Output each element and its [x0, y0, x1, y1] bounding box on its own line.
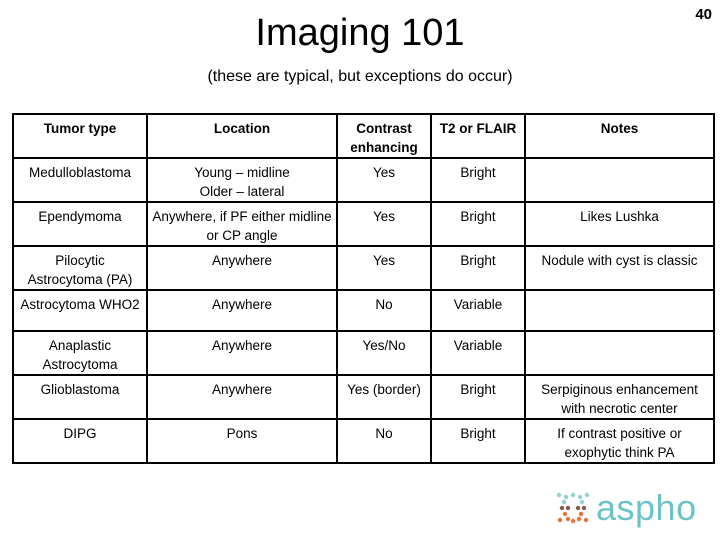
cell-t2-flair: Bright [430, 245, 526, 291]
cell-notes: Likes Lushka [524, 201, 715, 247]
table-header-row: Tumor type Location Contrast enhancing T… [12, 113, 715, 159]
logo-dot [575, 505, 581, 511]
cell-contrast-enhancing: No [336, 418, 432, 464]
logo-text: aspho [596, 487, 697, 528]
table-row: Anaplastic Astrocytoma Anywhere Yes/No Vari… [12, 330, 715, 376]
logo-dot [576, 516, 582, 522]
cell-t2-flair: Bright [430, 157, 526, 203]
cell-location: Anywhere [146, 245, 338, 291]
cell-tumor-type: Pilocytic Astrocytoma (PA) [12, 245, 148, 291]
cell-contrast-enhancing: No [336, 289, 432, 332]
cell-location: Anywhere [146, 374, 338, 420]
tumor-imaging-table: Tumor type Location Contrast enhancing T… [12, 113, 715, 464]
logo-dot [563, 494, 569, 500]
cell-t2-flair: Bright [430, 374, 526, 420]
cell-t2-flair: Bright [430, 201, 526, 247]
dots-x-icon [556, 492, 590, 524]
header-notes: Notes [524, 113, 715, 159]
cell-tumor-type: Medulloblastoma [12, 157, 148, 203]
logo-dot [579, 499, 585, 505]
cell-tumor-type: Astrocytoma WHO2 [12, 289, 148, 332]
table-row: Astrocytoma WHO2 Anywhere No Variable [12, 289, 715, 332]
header-t2-flair: T2 or FLAIR [430, 113, 526, 159]
cell-notes [524, 330, 715, 376]
table-row: DIPG Pons No Bright If contrast positive or … [12, 418, 715, 464]
cell-t2-flair: Bright [430, 418, 526, 464]
cell-notes: Nodule with cyst is classic [524, 245, 715, 291]
header-contrast-enhancing: Contrast enhancing [336, 113, 432, 159]
logo-dot [584, 492, 590, 498]
cell-notes [524, 289, 715, 332]
logo-dot [570, 492, 576, 498]
cell-contrast-enhancing: Yes/No [336, 330, 432, 376]
logo-dot [561, 499, 567, 505]
cell-tumor-type: Ependymoma [12, 201, 148, 247]
logo-dot [562, 511, 568, 517]
cell-notes: Serpiginous enhancement with necrotic ce… [524, 374, 715, 420]
cell-location: Pons [146, 418, 338, 464]
logo-dot [565, 516, 571, 522]
cell-location: Anywhere, if PF either midline or CP ang… [146, 201, 338, 247]
cell-tumor-type: Anaplastic Astrocytoma [12, 330, 148, 376]
cell-t2-flair: Variable [430, 330, 526, 376]
cell-t2-flair: Variable [430, 289, 526, 332]
cell-tumor-type: DIPG [12, 418, 148, 464]
logo-dot [581, 505, 587, 511]
cell-notes: If contrast positive or exophytic think … [524, 418, 715, 464]
header-tumor-type: Tumor type [12, 113, 148, 159]
logo-dot [556, 492, 562, 498]
cell-notes [524, 157, 715, 203]
table-row: Pilocytic Astrocytoma (PA) Anywhere Yes Bri… [12, 245, 715, 291]
cell-location: Anywhere [146, 289, 338, 332]
cell-location: Young – midline Older – lateral [146, 157, 338, 203]
cell-location: Anywhere [146, 330, 338, 376]
logo-dot [583, 517, 589, 523]
table-row: Medulloblastoma Young – midline Older – l… [12, 157, 715, 203]
logo-dot [565, 505, 571, 511]
cell-tumor-type: Glioblastoma [12, 374, 148, 420]
header-location: Location [146, 113, 338, 159]
slide-title: Imaging 101 [255, 12, 465, 54]
cell-contrast-enhancing: Yes [336, 201, 432, 247]
logo-dot [557, 517, 563, 523]
cell-contrast-enhancing: Yes [336, 157, 432, 203]
cell-contrast-enhancing: Yes [336, 245, 432, 291]
logo-dot [559, 505, 565, 511]
cell-contrast-enhancing: Yes (border) [336, 374, 432, 420]
logo-dot [570, 518, 576, 524]
table-row: Glioblastoma Anywhere Yes (border) Bright Se… [12, 374, 715, 420]
aspho-logo: aspho [556, 490, 697, 526]
slide-subtitle: (these are typical, but exceptions do oc… [207, 68, 513, 85]
logo-dot [577, 494, 583, 500]
table-row: Ependymoma Anywhere, if PF either midline… [12, 201, 715, 247]
logo-dot [578, 511, 584, 517]
table-body: Medulloblastoma Young – midline Older – l… [12, 157, 715, 464]
